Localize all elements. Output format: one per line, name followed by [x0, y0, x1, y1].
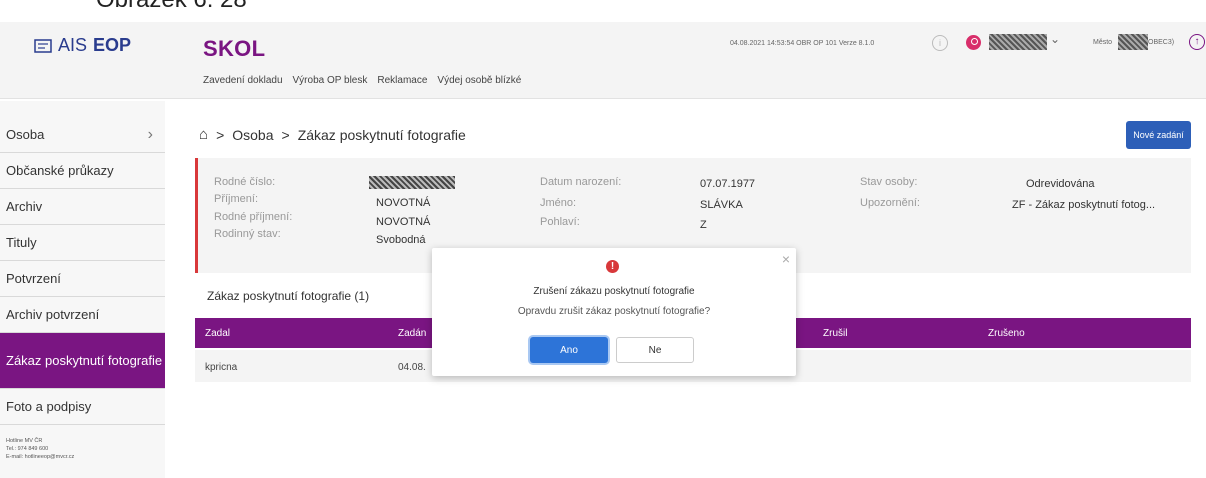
topnav-reklamace[interactable]: Reklamace: [377, 75, 427, 86]
sidebar-item-archiv[interactable]: Archiv: [0, 189, 165, 225]
rodne-prijmeni-value: NOVOTNÁ: [376, 216, 431, 228]
stav-osoby-value: Odrevidována: [1026, 178, 1095, 190]
column-header-zadal[interactable]: Zadal: [205, 328, 230, 339]
breadcrumb-current: Zákaz poskytnutí fotografie: [297, 126, 466, 143]
mesto-label: Město: [1093, 39, 1113, 46]
jmeno-value: SLÁVKA: [700, 199, 743, 211]
datum-narozeni-value: 07.07.1977: [700, 178, 756, 190]
app-logo[interactable]: AIS EOP: [34, 35, 131, 56]
sidebar-item-tituly[interactable]: Tituly: [0, 225, 165, 261]
hotline-info: Hotline MV ČR Tel.: 974 849 600 E-mail: …: [0, 425, 165, 461]
sidebar-item-label: Občanské průkazy: [6, 163, 114, 178]
pohlavi-value: Z: [700, 219, 707, 231]
confirm-no-button[interactable]: Ne: [616, 337, 694, 363]
top-bar: AIS EOP SKOL Zavedení dokladu Výroba OP b…: [0, 22, 1206, 99]
cell-zadal: kpricna: [205, 362, 238, 373]
breadcrumb-separator: >: [281, 126, 290, 143]
stav-osoby-label: Stav osoby:: [860, 176, 918, 188]
home-icon[interactable]: ⌂: [199, 126, 208, 143]
document-icon: [34, 38, 52, 53]
sidebar-item-label: Foto a podpisy: [6, 399, 92, 414]
chevron-down-icon[interactable]: ⌄: [1050, 32, 1060, 46]
sidebar-item-foto-a-podpisy[interactable]: Foto a podpisy: [0, 389, 165, 425]
sidebar-item-label: Zákaz poskytnutí fotografie: [6, 353, 163, 368]
sidebar-item-label: Archiv potvrzení: [6, 307, 100, 322]
figure-caption: Obrázek 6: 28: [96, 0, 247, 14]
brand-title: SKOL: [203, 36, 266, 61]
sidebar-item-label: Potvrzení: [6, 271, 61, 286]
upozorneni-value[interactable]: ZF - Zákaz poskytnutí fotog...: [1012, 199, 1155, 211]
column-header-zruseno[interactable]: Zrušeno: [988, 328, 1025, 339]
rodne-prijmeni-label: Rodné příjmení:: [214, 211, 293, 223]
user-icon[interactable]: [966, 35, 981, 50]
chevron-right-icon: ›: [147, 126, 153, 143]
rodne-cislo-label: Rodné číslo:: [214, 176, 276, 188]
confirm-dialog: × ! Zrušení zákazu poskytnutí fotografie…: [432, 248, 796, 376]
topnav-vydej-osobe-blizke[interactable]: Výdej osobě blízké: [437, 75, 521, 86]
new-entry-button[interactable]: Nové zadání: [1126, 121, 1191, 149]
alert-icon: !: [606, 260, 619, 273]
info-icon[interactable]: i: [932, 35, 948, 51]
prijmeni-value: NOVOTNÁ: [376, 197, 431, 209]
prijmeni-label: Příjmení:: [214, 193, 259, 205]
hotline-email: E-mail: hotlineeop@mvcr.cz: [6, 454, 75, 460]
breadcrumb-separator: >: [216, 126, 225, 143]
rodne-cislo-redacted: [369, 176, 455, 189]
sidebar-item-archiv-potvrzeni[interactable]: Archiv potvrzení: [0, 297, 165, 333]
logo-prefix: AIS: [57, 35, 87, 55]
pohlavi-label: Pohlaví:: [540, 216, 580, 228]
rodinny-stav-label: Rodinný stav:: [214, 228, 281, 240]
cell-zadano: 04.08.: [398, 362, 426, 373]
hotline-title: Hotline MV ČR: [6, 438, 43, 444]
session-info: 04.08.2021 14:53:54 OBR OP 101 Verze 8.1…: [730, 40, 875, 47]
sidebar-item-osoba[interactable]: Osoba ›: [0, 117, 165, 153]
rodinny-stav-value: Svobodná: [376, 234, 426, 246]
user-name-redacted[interactable]: [989, 34, 1047, 50]
sidebar-item-label: Archiv: [6, 199, 43, 214]
top-nav: Zavedení dokladu Výroba OP blesk Reklama…: [203, 75, 521, 86]
jmeno-label: Jméno:: [540, 197, 577, 209]
hotline-phone: Tel.: 974 849 600: [6, 446, 49, 452]
close-icon[interactable]: ×: [782, 251, 790, 267]
breadcrumb-osoba[interactable]: Osoba: [232, 127, 273, 143]
logo-area: AIS EOP: [0, 22, 165, 98]
column-header-zrusil[interactable]: Zrušil: [823, 328, 847, 339]
breadcrumb: ⌂ > Osoba > Zákaz poskytnutí fotografie: [199, 126, 466, 143]
datum-narozeni-label: Datum narození:: [540, 176, 622, 188]
upozorneni-label: Upozornění:: [860, 197, 920, 209]
topnav-zavedeni-dokladu[interactable]: Zavedení dokladu: [203, 75, 283, 86]
sidebar-item-potvrzeni[interactable]: Potvrzení: [0, 261, 165, 297]
sidebar-item-obcanske-prukazy[interactable]: Občanské průkazy: [0, 153, 165, 189]
dialog-message: Opravdu zrušit zákaz poskytnutí fotograf…: [517, 306, 711, 317]
sidebar-item-label: Osoba: [6, 127, 45, 142]
obec-label: OBEC3): [1148, 39, 1175, 46]
sidebar-item-zakaz-fotografie[interactable]: Zákaz poskytnutí fotografie: [0, 333, 165, 389]
section-title: Zákaz poskytnutí fotografie (1): [207, 289, 370, 303]
dialog-title: Zrušení zákazu poskytnutí fotografie: [533, 286, 695, 297]
column-header-zadano[interactable]: Zadán: [398, 328, 426, 339]
sidebar-item-label: Tituly: [6, 235, 37, 250]
topnav-vyroba-op-blesk[interactable]: Výroba OP blesk: [293, 75, 368, 86]
logo-bold: EOP: [93, 35, 132, 55]
sidebar: Osoba › Občanské průkazy Archiv Tituly P…: [0, 101, 165, 478]
logout-icon[interactable]: ↑: [1189, 34, 1205, 50]
confirm-yes-button[interactable]: Ano: [530, 337, 608, 363]
mesto-value-redacted: [1118, 34, 1148, 50]
